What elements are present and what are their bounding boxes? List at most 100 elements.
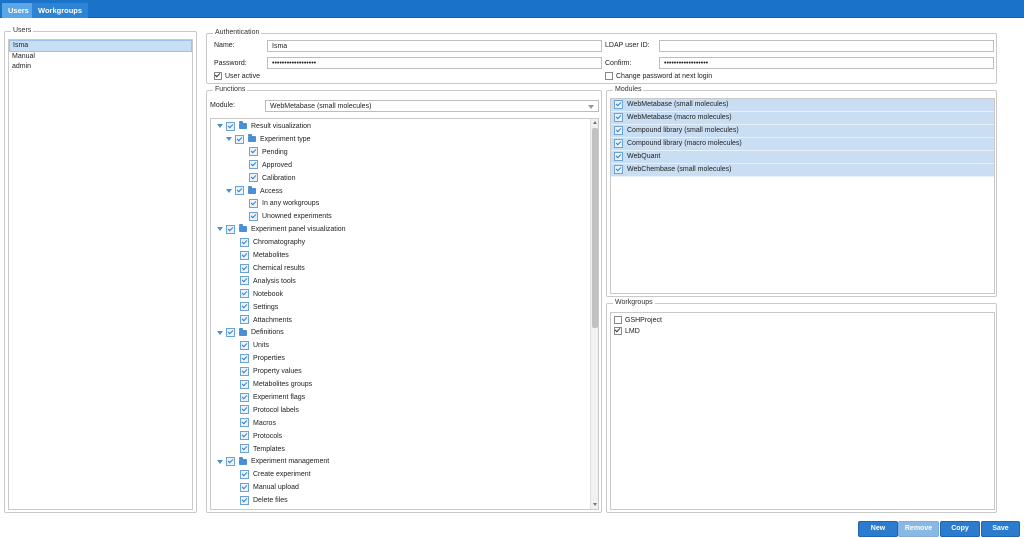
tree-folder-node[interactable]: Access	[226, 185, 283, 198]
module-item[interactable]: WebQuant	[611, 151, 994, 164]
tab-users[interactable]: Users	[2, 3, 35, 18]
workgroup-checkbox[interactable]	[614, 327, 622, 336]
tree-checkbox[interactable]	[240, 392, 249, 402]
tree-checkbox[interactable]	[235, 134, 244, 144]
name-input[interactable]: Isma	[267, 40, 602, 52]
tree-leaf-node[interactable]: Create experiment	[240, 468, 311, 481]
password-input[interactable]: ••••••••••••••••••	[267, 57, 602, 69]
tree-leaf-node[interactable]: Analysis tools	[240, 275, 296, 288]
tree-checkbox[interactable]	[240, 353, 249, 363]
tree-folder-node[interactable]: Result visualization	[217, 120, 311, 133]
tree-checkbox[interactable]	[240, 495, 249, 505]
tree-checkbox[interactable]	[226, 121, 235, 131]
expand-arrow-icon[interactable]	[217, 124, 223, 129]
tree-leaf-node[interactable]: Metabolites groups	[240, 378, 312, 391]
change-password-option[interactable]: Change password at next login	[605, 72, 712, 80]
tree-checkbox[interactable]	[240, 366, 249, 376]
workgroup-checkbox[interactable]	[614, 316, 622, 325]
tree-checkbox[interactable]	[240, 444, 249, 454]
tree-folder-node[interactable]: Experiment management	[217, 455, 329, 468]
chevron-down-icon[interactable]	[588, 105, 594, 109]
tree-leaf-node[interactable]: Units	[240, 339, 269, 352]
tree-leaf-node[interactable]: Properties	[240, 352, 285, 365]
tree-leaf-node[interactable]: Settings	[240, 301, 278, 314]
tree-leaf-node[interactable]: Calibration	[249, 172, 295, 185]
tree-checkbox[interactable]	[240, 263, 249, 273]
workgroup-item-gshproject[interactable]: GSHProject	[611, 315, 994, 326]
tree-leaf-node[interactable]: Unowned experiments	[249, 210, 332, 223]
ldap-user-id-input[interactable]	[659, 40, 994, 52]
module-item[interactable]: WebChembase (small molecules)	[611, 164, 994, 177]
tree-leaf-node[interactable]: Notebook	[240, 288, 283, 301]
tree-leaf-node[interactable]: Property values	[240, 365, 302, 378]
module-select[interactable]: WebMetabase (small molecules)	[265, 100, 599, 112]
module-check-icon	[614, 99, 623, 109]
user-item-manual[interactable]: Manual	[9, 52, 192, 62]
tree-checkbox[interactable]	[249, 173, 258, 183]
expand-arrow-icon[interactable]	[226, 188, 232, 193]
tree-checkbox[interactable]	[249, 147, 258, 157]
new-button[interactable]: New	[858, 521, 898, 537]
tree-checkbox[interactable]	[240, 276, 249, 286]
tree-checkbox[interactable]	[240, 315, 249, 325]
expand-arrow-icon[interactable]	[217, 330, 223, 335]
tree-leaf-node[interactable]: Templates	[240, 443, 285, 456]
scroll-down-icon[interactable]	[593, 503, 597, 506]
module-item[interactable]: Compound library (small molecules)	[611, 125, 994, 138]
tree-checkbox[interactable]	[226, 457, 235, 467]
user-item-admin[interactable]: admin	[9, 62, 192, 72]
tree-checkbox[interactable]	[226, 328, 235, 338]
tree-leaf-node[interactable]: Chromatography	[240, 236, 305, 249]
tree-leaf-node[interactable]: Experiment flags	[240, 391, 305, 404]
scrollbar-thumb[interactable]	[592, 128, 598, 328]
tree-leaf-node[interactable]: In any workgroups	[249, 197, 319, 210]
tree-checkbox[interactable]	[240, 237, 249, 247]
tree-leaf-node[interactable]: Attachments	[240, 314, 292, 327]
module-item[interactable]: WebMetabase (small molecules)	[611, 99, 994, 112]
tree-folder-node[interactable]: Experiment type	[226, 133, 311, 146]
tree-checkbox[interactable]	[240, 379, 249, 389]
tab-workgroups[interactable]: Workgroups	[32, 3, 89, 18]
scroll-up-icon[interactable]	[593, 121, 597, 124]
tree-checkbox[interactable]	[240, 289, 249, 299]
tree-leaf-node[interactable]: Manual upload	[240, 481, 299, 494]
tree-checkbox[interactable]	[240, 431, 249, 441]
confirm-password-input[interactable]: ••••••••••••••••••	[659, 57, 994, 69]
tree-leaf-node[interactable]: Chemical results	[240, 262, 305, 275]
tree-leaf-node[interactable]: Metabolites	[240, 249, 289, 262]
tree-folder-node[interactable]: Experiment panel visualization	[217, 223, 346, 236]
tree-leaf-node[interactable]: Pending	[249, 146, 288, 159]
save-button[interactable]: Save	[981, 521, 1020, 537]
user-item-isma[interactable]: Isma	[9, 40, 192, 52]
tree-checkbox[interactable]	[240, 418, 249, 428]
tree-checkbox[interactable]	[240, 340, 249, 350]
user-active-checkbox[interactable]	[214, 72, 222, 80]
tree-checkbox[interactable]	[226, 224, 235, 234]
tree-checkbox[interactable]	[249, 199, 258, 209]
expand-arrow-icon[interactable]	[226, 137, 232, 142]
tree-leaf-node[interactable]: Macros	[240, 417, 276, 430]
tree-leaf-node[interactable]: Protocol labels	[240, 404, 299, 417]
tree-checkbox[interactable]	[240, 405, 249, 415]
remove-button[interactable]: Remove	[898, 521, 939, 537]
tree-folder-node[interactable]: Definitions	[217, 326, 284, 339]
tree-checkbox[interactable]	[235, 186, 244, 196]
tree-checkbox[interactable]	[249, 211, 258, 221]
copy-button[interactable]: Copy	[940, 521, 980, 537]
workgroup-item-lmd[interactable]: LMD	[611, 326, 994, 337]
tree-checkbox[interactable]	[240, 482, 249, 492]
module-item[interactable]: WebMetabase (macro molecules)	[611, 112, 994, 125]
tree-leaf-node[interactable]: Protocols	[240, 430, 282, 443]
tree-leaf-node[interactable]: Delete files	[240, 494, 288, 507]
user-active-option[interactable]: User active	[214, 72, 260, 80]
tree-scrollbar[interactable]	[590, 119, 598, 509]
tree-checkbox[interactable]	[240, 250, 249, 260]
change-password-checkbox[interactable]	[605, 72, 613, 80]
expand-arrow-icon[interactable]	[217, 459, 223, 464]
tree-checkbox[interactable]	[240, 469, 249, 479]
expand-arrow-icon[interactable]	[217, 227, 223, 232]
tree-leaf-node[interactable]: Approved	[249, 159, 292, 172]
tree-checkbox[interactable]	[249, 160, 258, 170]
module-item[interactable]: Compound library (macro molecules)	[611, 138, 994, 151]
tree-checkbox[interactable]	[240, 302, 249, 312]
